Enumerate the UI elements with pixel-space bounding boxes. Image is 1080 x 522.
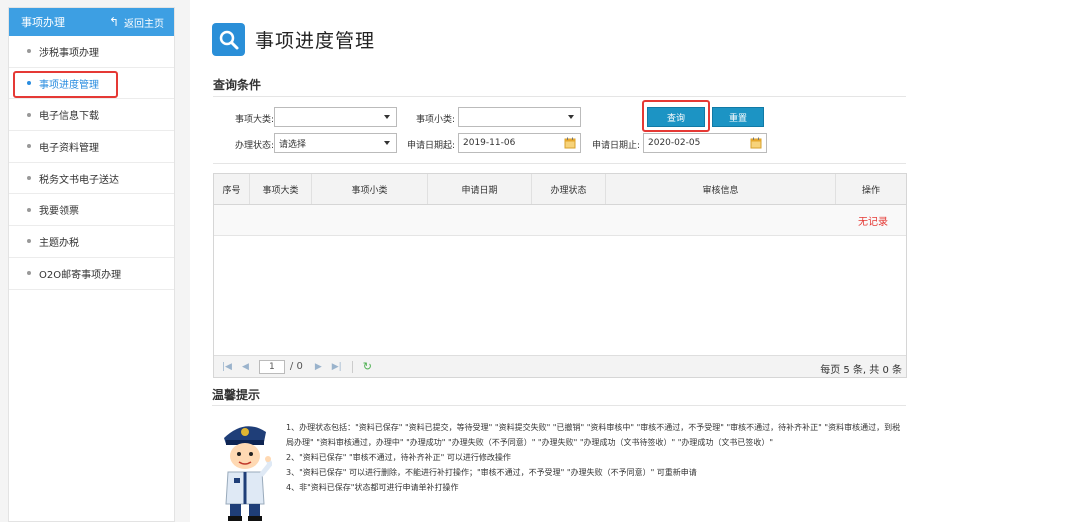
tip-line: 3、"资料已保存" 可以进行删除，不能进行补打操作；"审核不通过，不予受理" "… [286,468,697,477]
first-page-icon[interactable]: |◀ [222,362,232,372]
total-pages: / 0 [289,361,303,372]
status-value: 请选择 [279,139,307,150]
reset-button[interactable]: 重置 [712,107,764,127]
prev-page-icon[interactable]: ◀ [242,362,249,372]
end-date-input[interactable]: 2020-02-05 [643,133,767,153]
bullet-icon [27,176,31,181]
major-category-select[interactable] [274,107,397,127]
sidebar-item-label: 主题办税 [39,237,79,249]
refresh-icon[interactable]: ↻ [363,360,372,373]
back-arrow-icon: ↰ [108,15,119,29]
back-home-label: 返回主页 [124,18,164,30]
start-date-input[interactable]: 2019-11-06 [458,133,581,153]
table-row: 无记录 [214,205,906,236]
sidebar-item-tax-matters[interactable]: 涉税事项办理 [9,36,174,68]
calendar-icon[interactable] [564,137,576,149]
status-label: 办理状态: [234,141,274,151]
sidebar-item-progress[interactable]: 事项进度管理 [9,68,174,100]
column-header[interactable]: 操作 [836,174,906,204]
caret-down-icon [568,115,574,119]
sidebar-title: 事项办理 [21,16,65,29]
column-header[interactable]: 申请日期 [428,174,532,204]
minor-category-label: 事项小类: [415,115,455,125]
sidebar-item-label: 事项进度管理 [39,79,99,91]
sidebar-item-label: 税务文书电子送达 [39,174,119,186]
start-date-label: 申请日期起: [406,141,455,151]
sidebar-item-invoice[interactable]: 我要领票 [9,194,174,227]
sidebar-item-label: 涉税事项办理 [39,47,99,59]
sidebar-item-documents[interactable]: 电子资料管理 [9,131,174,163]
column-header[interactable]: 审核信息 [606,174,836,204]
police-mascot-icon [224,426,272,521]
search-icon [212,23,245,56]
divider [213,96,906,97]
section-title-query: 查询条件 [213,78,262,92]
calendar-icon[interactable] [750,137,762,149]
start-date-value: 2019-11-06 [463,138,516,148]
main-panel: 事项进度管理 查询条件 事项大类: 事项小类: 办理状态: 请选择 申请日期起:… [190,0,1080,522]
sidebar-item-label: 我要领票 [39,206,79,218]
title-row: 事项进度管理 [212,23,375,56]
tip-line: 4、非"资料已保存"状态都可进行申请单补打操作 [286,483,459,492]
no-records-text: 无记录 [858,216,888,228]
bullet-icon [27,49,31,54]
sidebar: 事项办理 ↰ 返回主页 涉税事项办理 事项进度管理 电子信息下载 电子资料管理 … [8,7,175,522]
pagination-bar: |◀ ◀ 1 / 0 ▶ ▶| ↻ 每页 5 条, 共 0 条 [214,355,906,377]
pagination-info: 每页 5 条, 共 0 条 [820,365,902,376]
sidebar-header: 事项办理 ↰ 返回主页 [9,8,174,36]
column-header[interactable]: 事项小类 [312,174,428,204]
sidebar-item-theme[interactable]: 主题办税 [9,226,174,258]
back-home-link[interactable]: ↰ 返回主页 [109,15,164,30]
tip-line: 2、"资料已保存" "审核不通过，待补齐补正" 可以进行修改操作 [286,453,511,462]
bullet-icon [27,271,31,276]
sidebar-item-label: 电子资料管理 [39,142,99,154]
column-header[interactable]: 事项大类 [250,174,312,204]
bullet-icon [27,144,31,149]
major-category-label: 事项大类: [234,115,274,125]
sidebar-item-label: 电子信息下载 [39,111,99,123]
caret-down-icon [384,141,390,145]
end-date-value: 2020-02-05 [648,138,701,148]
column-header[interactable]: 办理状态 [532,174,606,204]
divider [213,163,906,164]
highlight-box [642,100,710,132]
sidebar-item-o2o[interactable]: O2O邮寄事项办理 [9,258,174,290]
next-page-icon[interactable]: ▶ [315,362,322,372]
column-header[interactable]: 序号 [214,174,250,204]
divider [212,405,906,406]
end-date-label: 申请日期止: [591,141,640,151]
bullet-icon [27,239,31,244]
bullet-icon [27,112,31,117]
minor-category-select[interactable] [458,107,581,127]
caret-down-icon [384,115,390,119]
sidebar-item-delivery[interactable]: 税务文书电子送达 [9,163,174,195]
sidebar-item-download[interactable]: 电子信息下载 [9,99,174,132]
divider [351,360,353,373]
table-header: 序号 事项大类 事项小类 申请日期 办理状态 审核信息 操作 [214,174,906,205]
tips-text: 1、办理状态包括："资料已保存" "资料已提交，等待受理" "资料提交失败" "… [286,420,906,495]
page-number-input[interactable]: 1 [258,359,285,374]
bullet-icon [27,207,31,212]
status-select[interactable]: 请选择 [274,133,397,153]
tips-title: 温馨提示 [212,388,261,402]
tip-line: 1、办理状态包括："资料已保存" "资料已提交，等待受理" "资料提交失败" "… [286,423,901,447]
results-table: 序号 事项大类 事项小类 申请日期 办理状态 审核信息 操作 无记录 |◀ ◀ … [213,173,907,378]
last-page-icon[interactable]: ▶| [332,362,342,372]
bullet-icon [27,81,31,86]
sidebar-item-label: O2O邮寄事项办理 [39,269,122,281]
page-title: 事项进度管理 [255,30,376,52]
